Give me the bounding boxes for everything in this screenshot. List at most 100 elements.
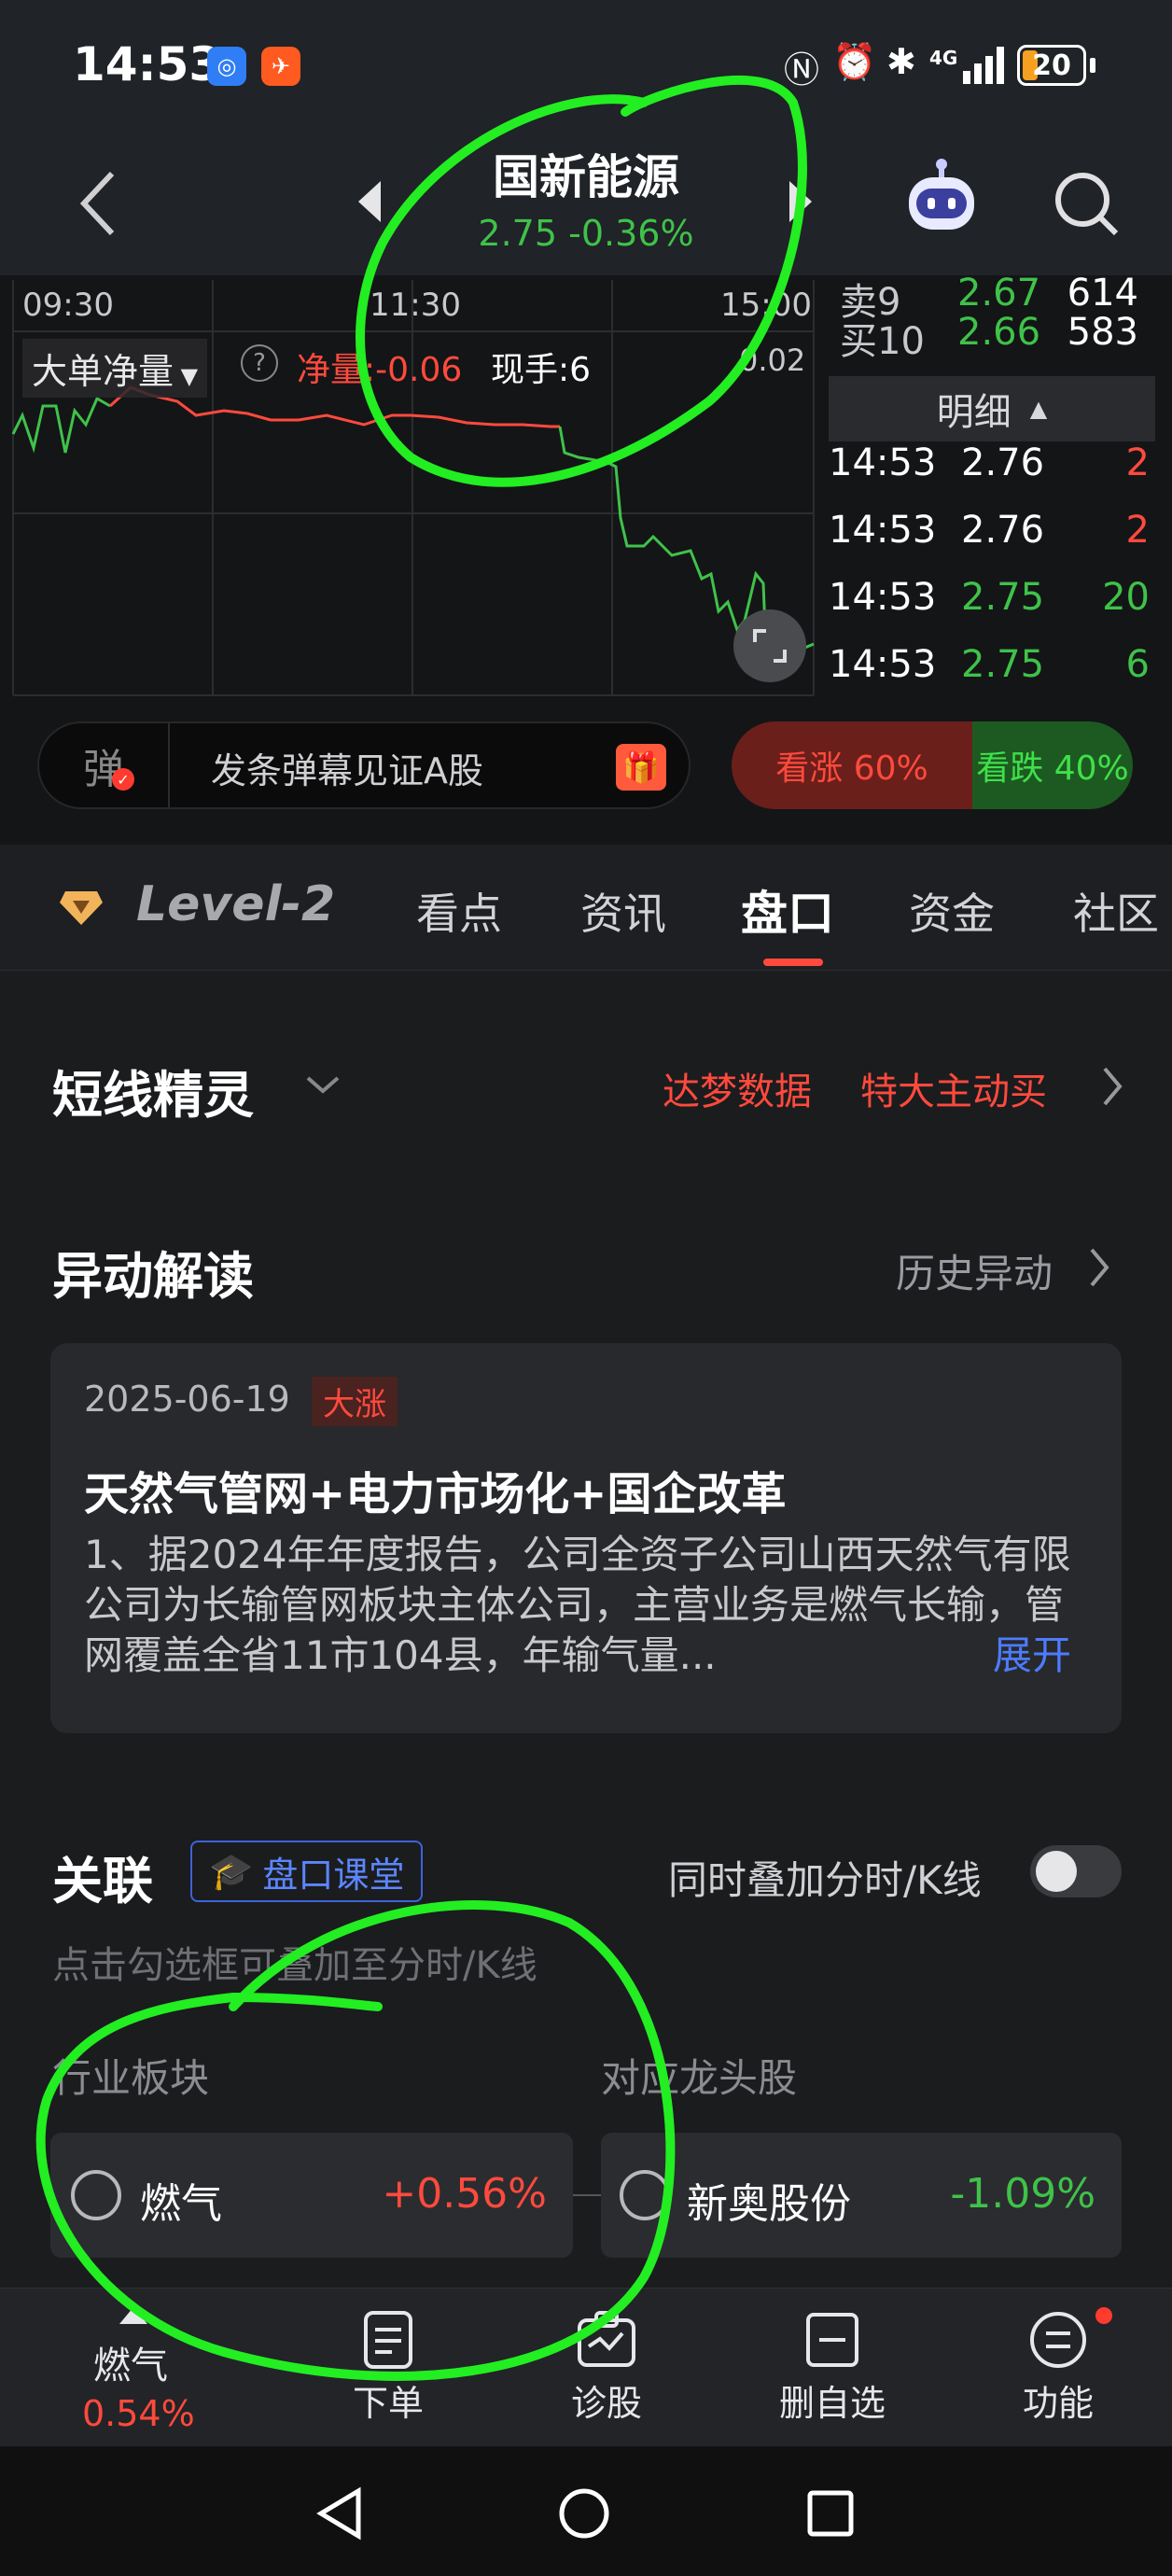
anomaly-title: 异动解读	[52, 1247, 254, 1306]
diagnose-icon	[578, 2311, 635, 2367]
course-badge[interactable]: 🎓 盘口课堂	[190, 1841, 424, 1902]
anomaly-headline: 天然气管网+电力市场化+国企改革	[84, 1468, 787, 1520]
trade-price: 2.76	[961, 441, 1045, 484]
leader-name: 新奥股份	[687, 2180, 851, 2228]
signal-icon	[963, 47, 1004, 84]
diagnose-button[interactable]: 诊股	[560, 2309, 653, 2426]
functions-label: 功能	[1022, 2383, 1094, 2424]
indicator-label: 大单净量	[32, 351, 174, 392]
bottom-sector-change: 0.54%	[82, 2393, 195, 2434]
next-stock-icon[interactable]	[784, 175, 817, 228]
barrage-toggle-icon[interactable]: 弹 ✓	[39, 723, 170, 807]
status-bar: 14:53 ◎ ✈ Ⓝ ⏰ ✱ 4G 20	[0, 0, 1172, 131]
chevron-down-icon: ▼	[174, 363, 199, 389]
sector-name: 燃气	[140, 2180, 222, 2228]
battery-icon: 20	[1017, 45, 1086, 86]
nav-back-icon[interactable]	[314, 2485, 366, 2541]
graduation-cap-icon: 🎓	[209, 1850, 254, 1892]
trade-row: 14:53 2.75 6	[829, 636, 1155, 697]
bullish-button[interactable]: 看涨 60%	[732, 721, 972, 809]
detail-header[interactable]: 明细 ▲	[829, 376, 1155, 441]
trade-time: 14:53	[829, 441, 937, 484]
robot-assistant-icon[interactable]	[900, 157, 984, 241]
order-button[interactable]: 下单	[342, 2309, 435, 2426]
bottom-sector-name[interactable]: 燃气	[93, 2335, 168, 2389]
chevron-right-icon[interactable]	[1088, 1246, 1112, 1289]
overlay-toggle[interactable]	[1030, 1845, 1122, 1897]
anomaly-card[interactable]: 2025-06-19 大涨 天然气管网+电力市场化+国企改革 1、据2024年年…	[50, 1343, 1122, 1733]
sector-card[interactable]: 燃气 +0.56%	[50, 2133, 573, 2258]
barrage-input[interactable]: 弹 ✓ 发条弹幕见证A股 🎁	[37, 721, 691, 809]
tab-news[interactable]: 资讯	[580, 880, 666, 942]
leader-change: -1.09%	[950, 2170, 1095, 2218]
network-type: 4G	[929, 47, 958, 69]
system-nav-bar	[0, 2446, 1172, 2576]
nfc-icon: Ⓝ	[784, 49, 820, 91]
tab-capital[interactable]: 资金	[909, 880, 995, 942]
trade-volume: 20	[1102, 576, 1150, 619]
diagnose-label: 诊股	[570, 2383, 642, 2424]
bearish-label: 看跌 40%	[976, 749, 1129, 788]
time-label: 15:00	[720, 287, 812, 324]
order-form-icon	[364, 2311, 412, 2369]
app-notification-icon: ✈	[261, 47, 300, 86]
bearish-button[interactable]: 看跌 40%	[972, 721, 1133, 809]
fullscreen-icon[interactable]	[733, 609, 806, 682]
sector-change: +0.56%	[382, 2170, 547, 2218]
anomaly-date: 2025-06-19	[84, 1379, 290, 1420]
remove-watchlist-label: 删自选	[778, 2383, 886, 2424]
remove-watchlist-icon	[806, 2313, 858, 2367]
bullish-label: 看涨 60%	[775, 749, 928, 788]
sector-checkbox[interactable]	[71, 2170, 121, 2220]
order-label: 下单	[352, 2383, 424, 2424]
shortline-title[interactable]: 短线精灵	[52, 1054, 254, 1127]
nav-home-icon[interactable]	[556, 2485, 612, 2541]
trade-row: 14:53 2.75 20	[829, 568, 1155, 630]
trade-volume: 2	[1125, 509, 1150, 552]
chevron-down-icon[interactable]	[304, 1074, 342, 1097]
prev-stock-icon[interactable]	[353, 175, 386, 228]
trade-row: 14:53 2.76 2	[829, 501, 1155, 563]
time-label: 11:30	[370, 287, 461, 324]
trade-volume: 2	[1125, 441, 1150, 484]
active-tab-indicator	[763, 959, 823, 966]
help-icon[interactable]: ?	[241, 344, 278, 382]
trade-time: 14:53	[829, 576, 937, 619]
trade-time: 14:53	[829, 509, 937, 552]
shortline-link-dameng[interactable]: 达梦数据	[663, 1061, 812, 1115]
course-badge-label: 盘口课堂	[262, 1854, 405, 1896]
chevron-right-icon[interactable]	[1101, 1065, 1125, 1108]
trade-volume: 6	[1125, 643, 1150, 686]
tab-highlights[interactable]: 看点	[416, 880, 502, 942]
gift-icon[interactable]: 🎁	[616, 744, 666, 791]
leader-checkbox[interactable]	[620, 2170, 670, 2220]
indicator-selector[interactable]: 大单净量 ▼	[22, 339, 208, 398]
history-anomaly-link[interactable]: 历史异动	[896, 1242, 1053, 1299]
remove-watchlist-button[interactable]: 删自选	[767, 2309, 898, 2426]
back-icon[interactable]	[75, 166, 121, 241]
industry-column-label: 行业板块	[52, 2055, 210, 2101]
leader-card[interactable]: 新奥股份 -1.09%	[601, 2133, 1122, 2258]
orderbook-price: 2.66	[957, 311, 1041, 354]
trade-price: 2.76	[961, 509, 1045, 552]
shortline-link-buy[interactable]: 特大主动买	[860, 1061, 1047, 1115]
tab-community[interactable]: 社区	[1073, 880, 1159, 942]
orderbook-volume: 583	[1067, 311, 1138, 354]
stock-change: -0.36%	[568, 213, 694, 254]
stock-name: 国新能源	[493, 150, 679, 204]
tab-level2[interactable]: Level-2	[136, 876, 335, 932]
orderbook-label: 买10	[840, 320, 925, 363]
order-book-content: 短线精灵 达梦数据 特大主动买 异动解读 历史异动 2025-06-19 大涨 …	[0, 972, 1172, 2288]
tab-order-book[interactable]: 盘口	[741, 876, 834, 944]
trade-time: 14:53	[829, 643, 937, 686]
alarm-icon: ⏰	[832, 41, 877, 82]
search-icon[interactable]	[1049, 166, 1123, 241]
stock-price: 2.75	[478, 213, 558, 254]
expand-link[interactable]: 展开	[987, 1631, 1072, 1681]
scale-value: 0.02	[739, 343, 806, 378]
nav-recents-icon[interactable]	[804, 2487, 857, 2540]
trade-row: 14:53 2.76 2	[829, 434, 1155, 496]
functions-button[interactable]: 功能	[1012, 2309, 1105, 2426]
anomaly-body-text: 1、据2024年年度报告，公司全资子公司山西天然气有限公司为长输管网板块主体公司…	[84, 1532, 1071, 1678]
related-title: 关联	[52, 1852, 153, 1911]
